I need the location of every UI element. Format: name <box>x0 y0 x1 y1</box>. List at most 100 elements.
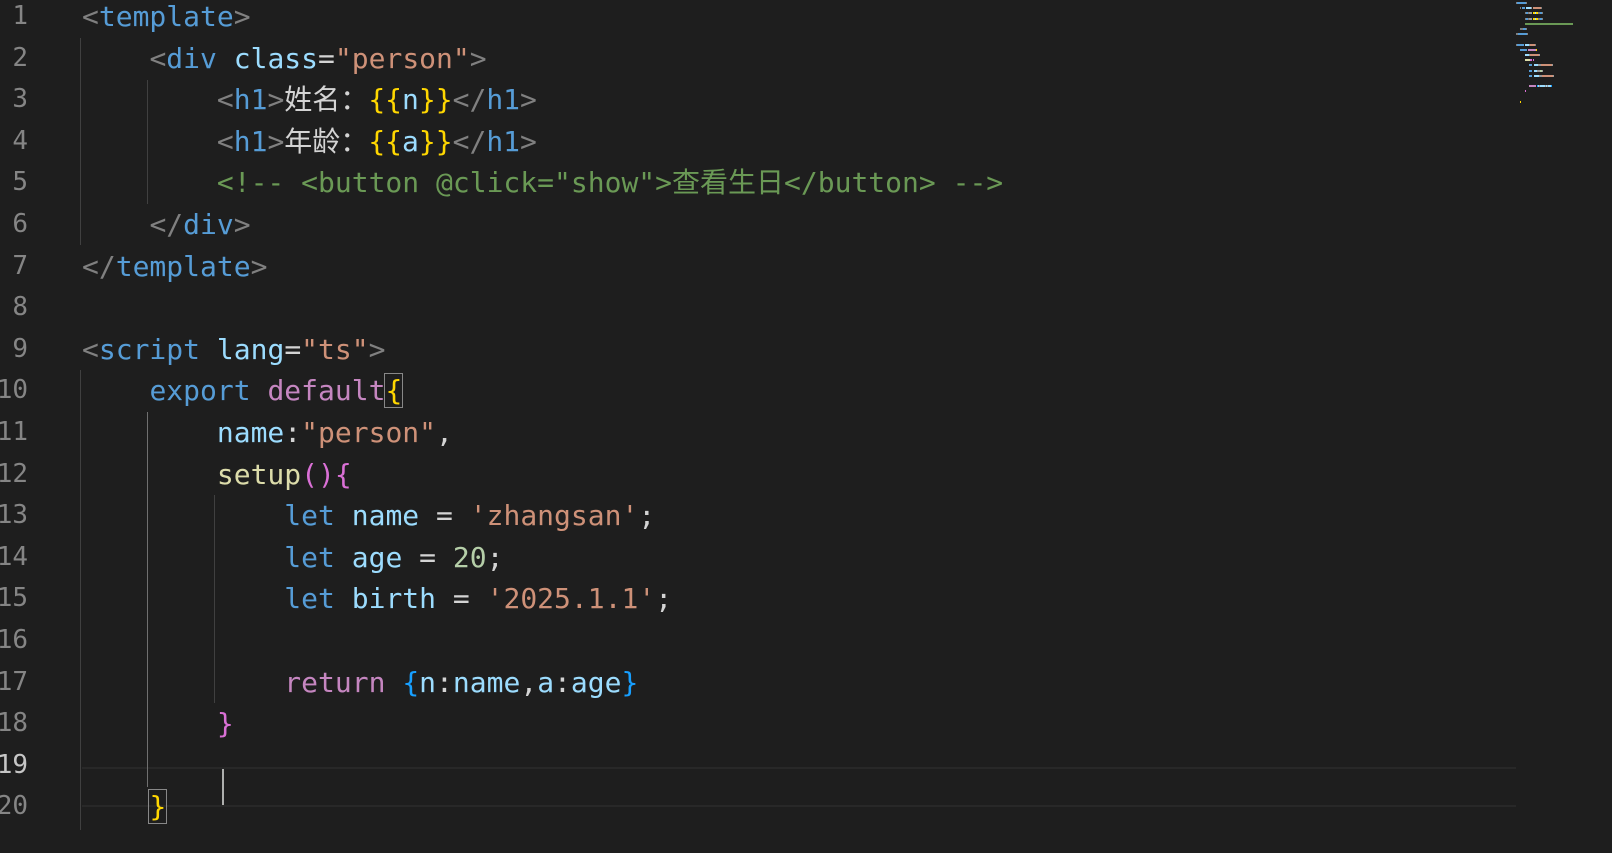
text-cursor <box>222 769 224 805</box>
minimap-line <box>1532 7 1542 10</box>
line-number: 6 <box>12 209 28 239</box>
minimap-line <box>1553 74 1555 77</box>
indent-guide <box>80 370 81 830</box>
code-line: </template> <box>82 245 267 288</box>
code-token: return <box>284 665 386 699</box>
code-token: ; <box>655 582 673 616</box>
code-token: : <box>284 416 302 449</box>
code-line: <div class="person"> <box>82 37 486 80</box>
line-number: 11 <box>0 417 28 447</box>
code-token: '2025.1.1' <box>486 582 656 616</box>
code-token: > <box>520 83 537 117</box>
code-line: name:"person", <box>82 411 453 454</box>
code-token: div <box>183 208 234 241</box>
minimap-line <box>1517 43 1524 46</box>
code-token: , <box>436 416 453 449</box>
minimap-line <box>1524 90 1526 93</box>
code-token: }} <box>418 83 453 117</box>
code-token: > <box>368 332 386 366</box>
minimap-line <box>1525 28 1527 30</box>
minimap-line <box>1524 22 1574 25</box>
line-number: 7 <box>12 250 28 281</box>
minimap-line <box>1529 69 1533 72</box>
minimap-line <box>1528 48 1536 51</box>
code-token: "ts" <box>301 332 369 366</box>
minimap-line <box>1542 69 1544 72</box>
code-line: export default{ <box>82 369 404 412</box>
code-area[interactable]: <template> <div class="person"> <h1>姓名：{… <box>82 0 1516 853</box>
code-token: < <box>82 0 99 33</box>
code-token: : <box>436 665 453 699</box>
minimap-line <box>1539 54 1541 56</box>
minimap-line <box>1530 54 1540 56</box>
code-token: < <box>149 41 167 75</box>
code-token: > <box>233 0 251 33</box>
code-editor[interactable]: 1 2 3 4 5 6 7 8 9 10 11 12 13 14 15 16 17 18 19 20 <templat… <box>0 0 1612 853</box>
code-token: "person" <box>301 416 437 449</box>
code-token: = <box>436 582 487 616</box>
indent-guide <box>80 38 81 245</box>
minimap-line <box>1541 7 1543 10</box>
code-token: birth <box>351 582 437 616</box>
code-token: h1 <box>486 124 521 158</box>
code-token: h1 <box>233 83 268 117</box>
code-token: let <box>284 540 335 574</box>
minimap-line <box>1535 48 1537 51</box>
code-token: let <box>284 582 335 616</box>
code-token: { <box>334 457 352 491</box>
minimap-line <box>1518 33 1527 36</box>
line-number: 8 <box>12 292 28 323</box>
minimap-line <box>1542 17 1544 20</box>
line-number: 12 <box>0 458 28 489</box>
line-number-gutter[interactable]: 1 2 3 4 5 6 7 8 9 10 11 12 13 14 15 16 17 18 19 20 <box>0 0 60 853</box>
code-token: script <box>98 332 201 366</box>
code-token: n <box>402 83 419 117</box>
minimap-line <box>1527 33 1529 36</box>
code-line: <script lang="ts"> <box>82 328 385 371</box>
code-token: </ <box>452 83 487 117</box>
code-line: <h1>姓名：{{n}}</h1> <box>82 78 537 121</box>
code-line: setup(){ <box>82 453 352 496</box>
code-token: age <box>570 665 622 699</box>
code-token: 年龄： <box>284 124 369 158</box>
line-number: 1 <box>12 1 28 31</box>
code-token: lang <box>216 332 285 366</box>
code-token: age <box>351 540 403 574</box>
minimap-line <box>1520 100 1522 103</box>
code-token: <!-- <button @click="show">查看生日</button>… <box>216 166 1004 200</box>
code-line: } <box>82 785 168 828</box>
code-line: <!-- <button @click="show">查看生日</button>… <box>82 161 1003 204</box>
code-token: = <box>402 540 453 574</box>
code-token: template <box>98 0 234 33</box>
code-token: } <box>621 665 639 699</box>
code-token: { <box>402 665 420 699</box>
code-token: let <box>284 499 335 533</box>
code-token: } <box>148 789 168 825</box>
code-token: = <box>318 41 335 75</box>
code-token: h1 <box>233 124 268 158</box>
code-token: name <box>216 416 285 449</box>
code-token: () <box>301 457 335 491</box>
code-token: ; <box>638 499 656 533</box>
minimap-line <box>1529 85 1536 88</box>
line-number: 5 <box>12 167 28 198</box>
code-token: < <box>216 124 234 158</box>
line-number: 16 <box>0 625 28 655</box>
minimap[interactable] <box>1516 0 1612 853</box>
minimap-line <box>1529 74 1533 77</box>
minimap-line <box>1532 59 1534 62</box>
code-token: > <box>233 208 251 241</box>
code-line: <template> <box>82 0 251 38</box>
line-number: 4 <box>12 125 28 156</box>
